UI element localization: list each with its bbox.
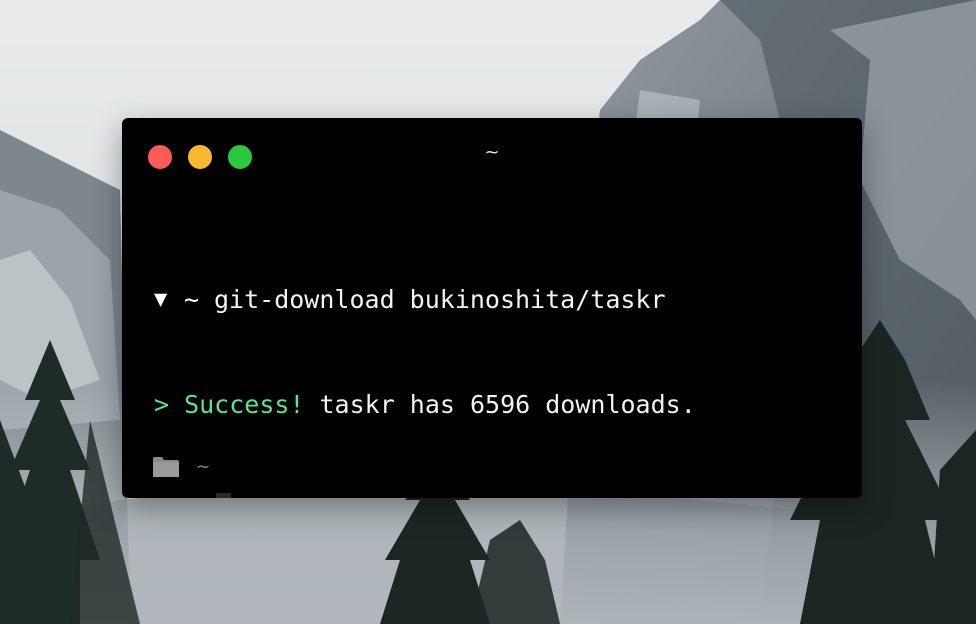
prompt-cwd: ~ (184, 492, 214, 498)
terminal-line-active[interactable]: ▼~ (154, 492, 844, 498)
prompt-triangle-icon: ▼ (154, 287, 168, 312)
text-cursor (216, 492, 231, 498)
success-status: Success! (184, 390, 305, 419)
output-message: taskr has 6596 downloads. (319, 390, 696, 419)
prompt-cwd: ~ (184, 285, 200, 314)
terminal-output[interactable]: ▼ ~ git-download bukinoshita/taskr > Succes… (154, 212, 844, 498)
terminal-statusbar: ~ (152, 454, 210, 480)
terminal-line: ▼ ~ git-download bukinoshita/taskr (154, 282, 844, 317)
window-titlebar[interactable]: ~ (122, 118, 862, 194)
prompt-triangle-icon: ▼ (154, 492, 184, 498)
terminal-line: > Success! taskr has 6596 downloads. (154, 387, 844, 422)
output-marker: > (154, 390, 170, 419)
command-text: git-download bukinoshita/taskr (214, 285, 666, 314)
folder-icon (152, 456, 180, 478)
terminal-window: ~ ▼ ~ git-download bukinoshita/taskr > Succ… (122, 118, 862, 498)
window-title: ~ (484, 142, 500, 163)
current-directory[interactable]: ~ (196, 457, 210, 477)
